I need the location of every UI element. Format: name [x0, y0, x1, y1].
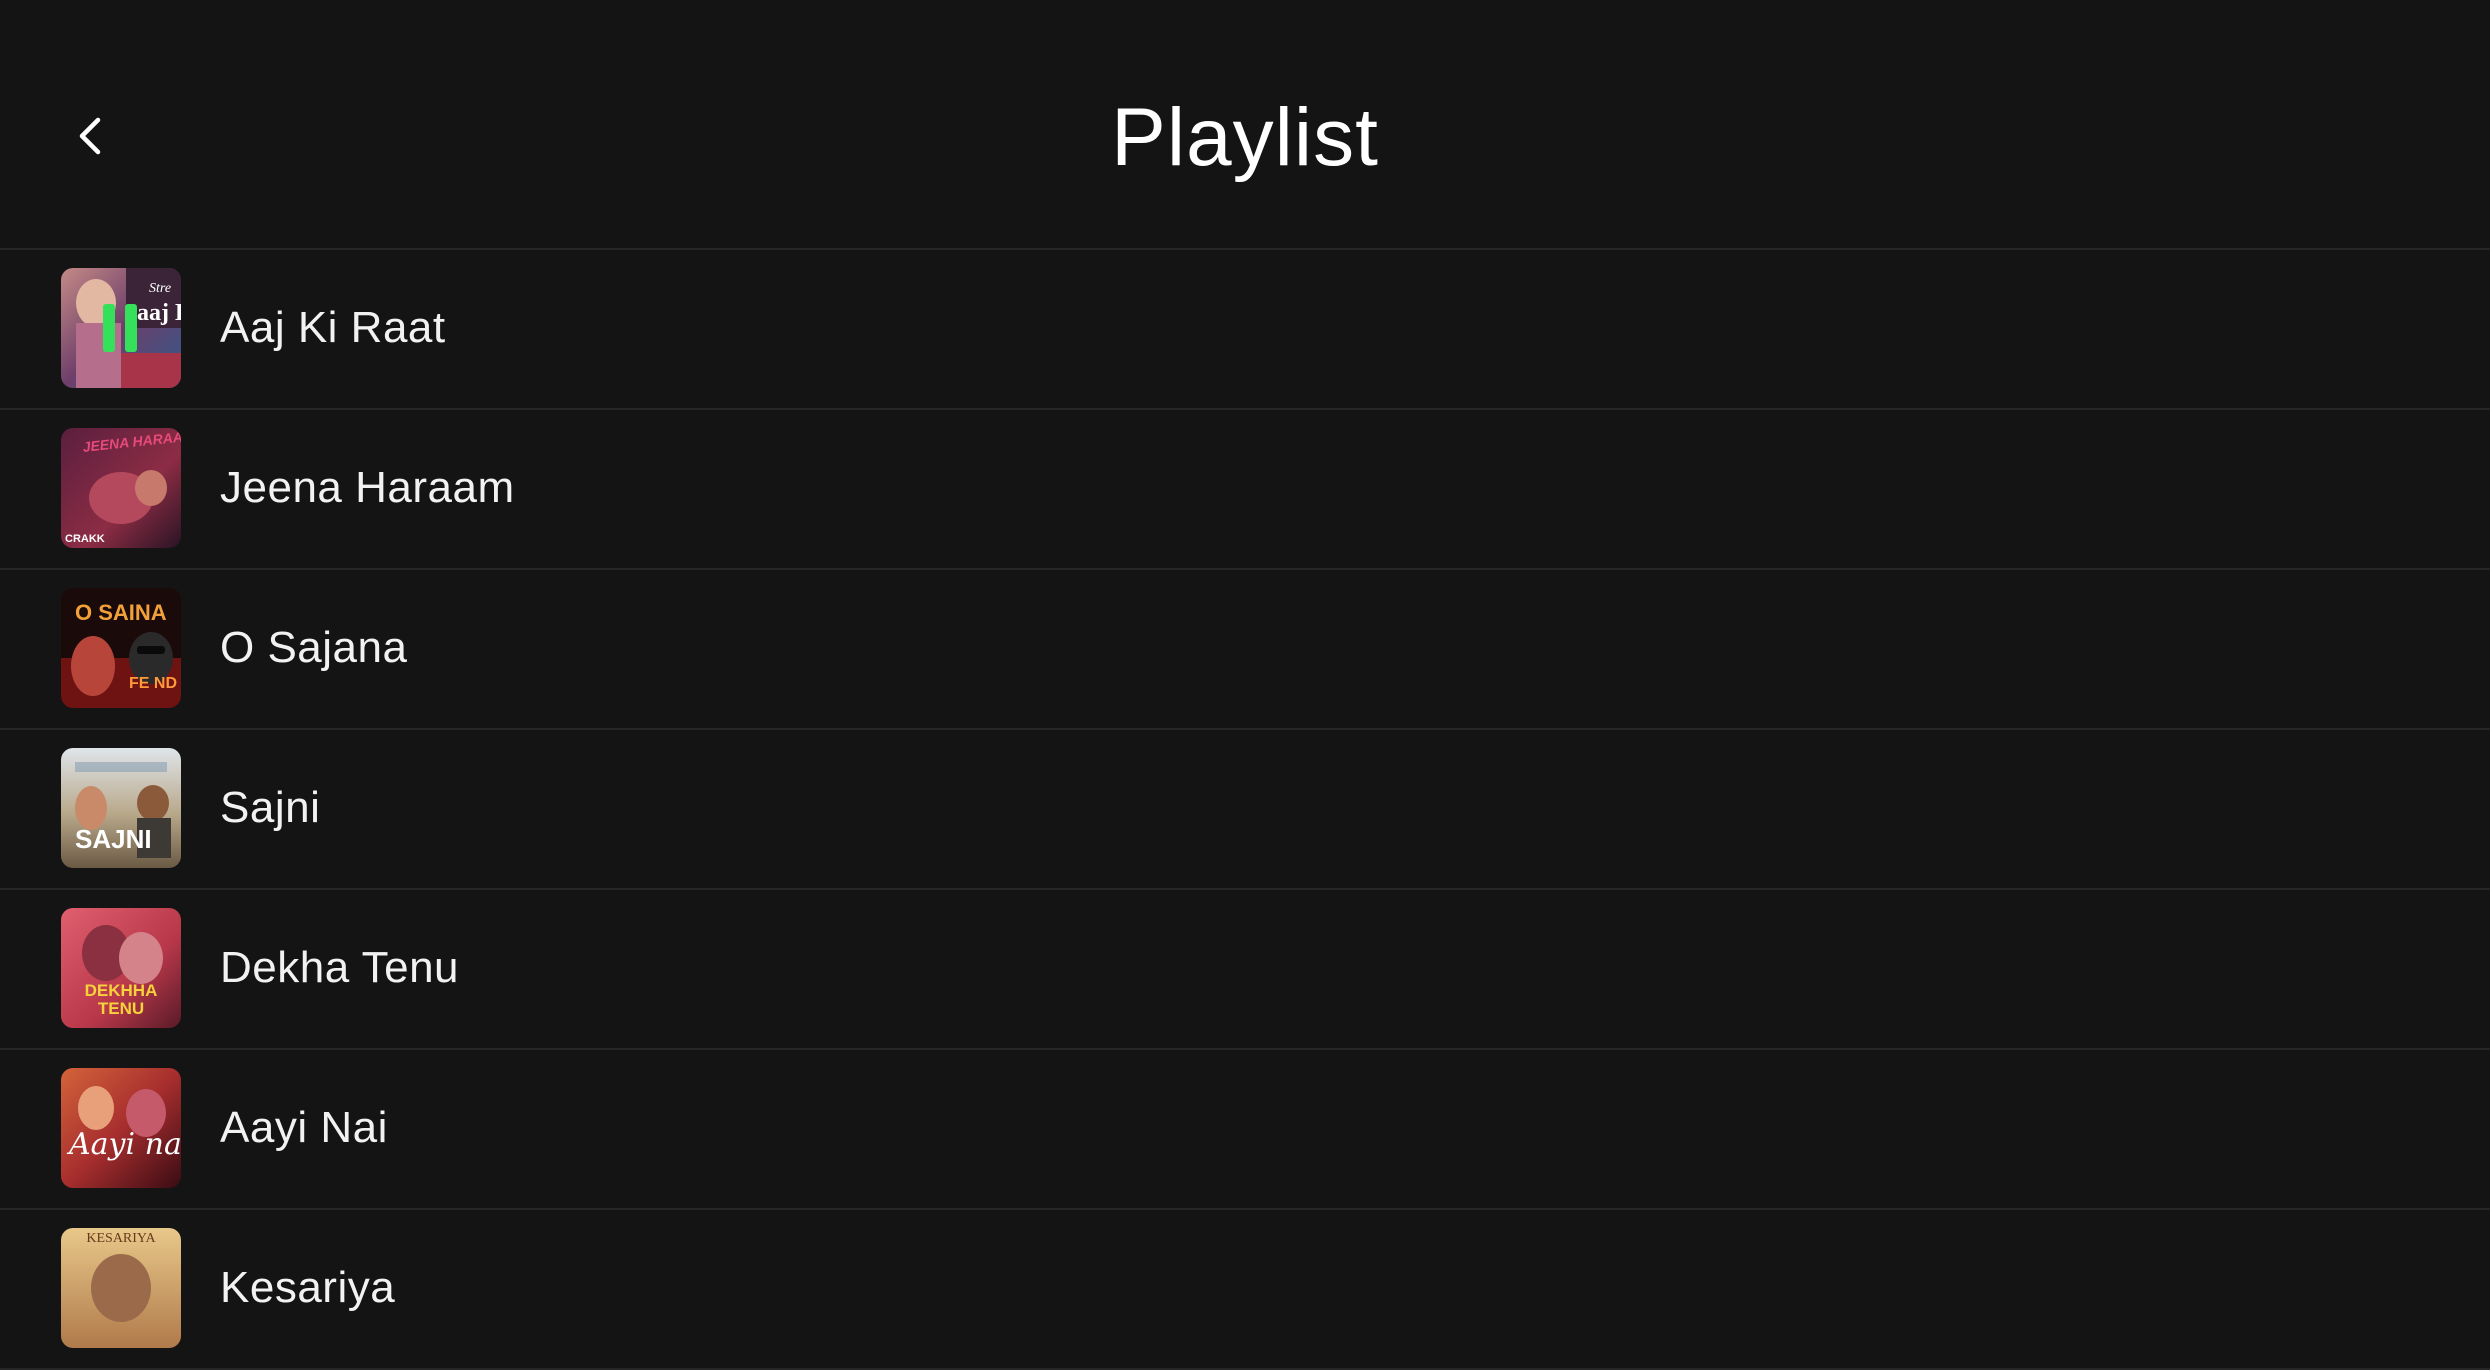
playlist-item[interactable]: JEENA HARAAM CRAKK Jeena Haraam	[0, 410, 2490, 570]
song-title: Kesariya	[220, 1263, 396, 1312]
app-header: Playlist	[0, 0, 2490, 250]
thumb-text: aaj Ki	[137, 300, 181, 326]
playlist-item[interactable]: Aayi na Aayi Nai	[0, 1050, 2490, 1210]
album-art: O SAINA FE ND	[61, 588, 181, 708]
thumb-text: SAJNI	[75, 824, 152, 854]
album-art: Aayi na	[61, 1068, 181, 1188]
song-title: Dekha Tenu	[220, 943, 460, 992]
playlist-item[interactable]: Stre aaj Ki Aaj Ki Raat	[0, 250, 2490, 410]
playlist-item[interactable]: DEKHHA TENU Dekha Tenu	[0, 890, 2490, 1050]
song-title: Jeena Haraam	[220, 463, 515, 512]
thumb-text: Aayi na	[66, 1127, 181, 1162]
now-playing-icon	[103, 304, 137, 352]
thumb-text: TENU	[98, 999, 144, 1018]
playlist-item[interactable]: KESARIYA Kesariya	[0, 1210, 2490, 1370]
thumb-text: Stre	[149, 281, 171, 296]
thumb-text: FE ND	[129, 675, 177, 692]
album-art: JEENA HARAAM CRAKK	[61, 428, 181, 548]
album-art: SAJNI	[61, 748, 181, 868]
playlist-item[interactable]: SAJNI Sajni	[0, 730, 2490, 890]
playlist-list[interactable]: Stre aaj Ki Aaj Ki Raat	[0, 250, 2490, 1370]
page-title: Playlist	[1111, 92, 1379, 183]
song-title: Aaj Ki Raat	[220, 303, 446, 352]
song-title: Aayi Nai	[220, 1103, 388, 1152]
album-art: KESARIYA	[61, 1228, 181, 1348]
thumb-text: DEKHHA	[85, 981, 158, 1000]
thumb-text: CRAKK	[65, 533, 105, 545]
song-title: O Sajana	[220, 623, 408, 672]
thumb-text: O SAINA	[75, 600, 167, 625]
album-art: Stre aaj Ki	[61, 268, 181, 388]
thumb-text: KESARIYA	[86, 1231, 156, 1246]
playlist-item[interactable]: O SAINA FE ND O Sajana	[0, 570, 2490, 730]
album-art: DEKHHA TENU	[61, 908, 181, 1028]
song-title: Sajni	[220, 783, 321, 832]
